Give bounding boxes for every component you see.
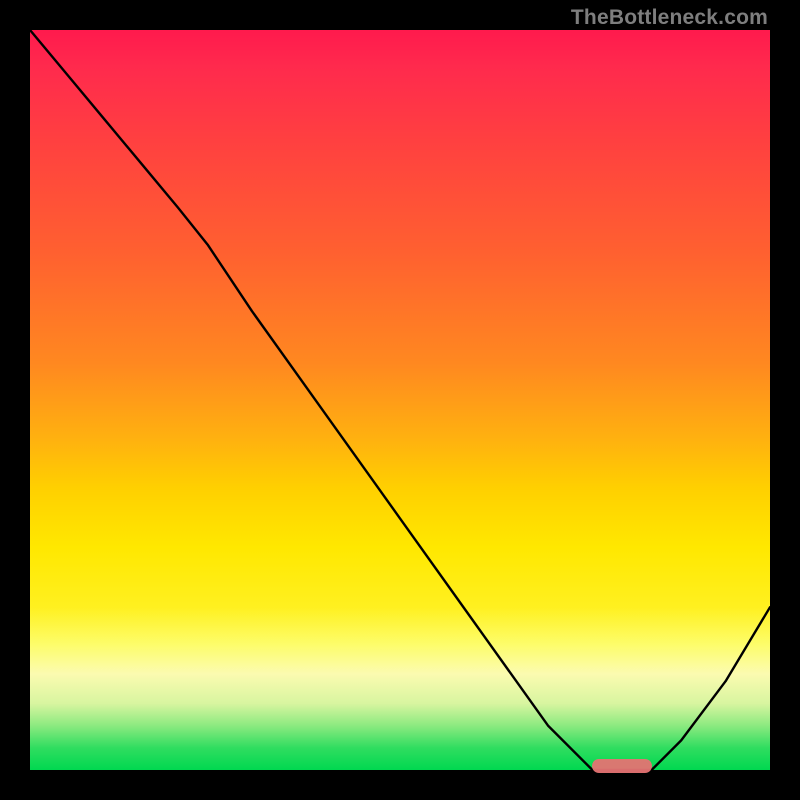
bottleneck-chart: TheBottleneck.com (0, 0, 800, 800)
curve-svg (30, 30, 770, 770)
plot-area (30, 30, 770, 770)
attribution-text: TheBottleneck.com (571, 6, 768, 30)
optimal-range-marker (592, 759, 651, 773)
bottleneck-curve-line (30, 30, 770, 770)
